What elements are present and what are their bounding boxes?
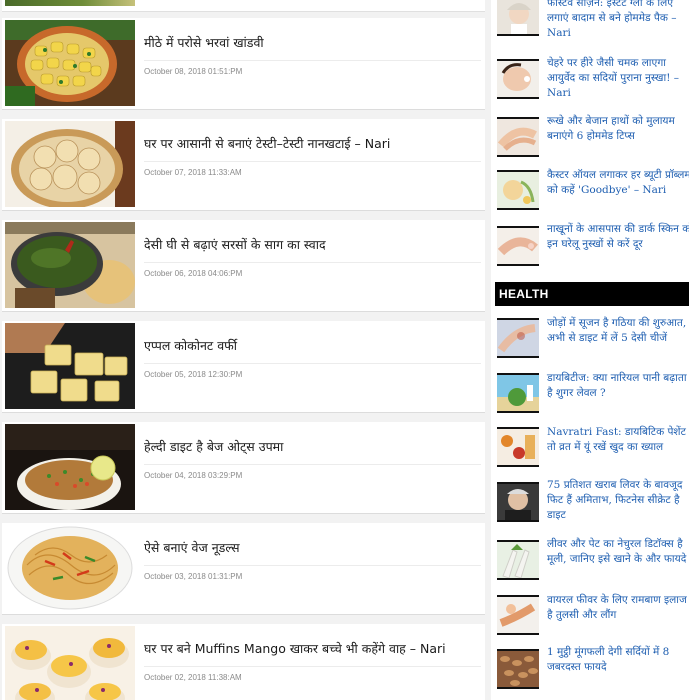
article-title[interactable]: देसी घी से बढ़ाएं सरसों के साग का स्वाद xyxy=(144,236,326,253)
sidebar-item-title[interactable]: 1 मुट्ठी मूंगफली देगी सर्दियों में 8 जबर… xyxy=(547,645,689,675)
article-date: October 02, 2018 11:38:AM xyxy=(144,673,242,682)
divider xyxy=(144,464,481,465)
article-card[interactable]: घर पर बने Muffins Mango खाकर बच्चे भी कह… xyxy=(2,624,485,700)
article-thumbnail-saag[interactable] xyxy=(5,222,135,308)
sidebar-thumbnail[interactable] xyxy=(497,427,539,467)
article-title[interactable]: घर पर आसानी से बनाएं टेस्टी–टेस्टी नानखट… xyxy=(144,135,390,152)
article-date: October 03, 2018 01:31:PM xyxy=(144,572,243,581)
sidebar-thumbnail[interactable] xyxy=(497,482,539,522)
section-heading-label: HEALTH xyxy=(499,287,549,301)
article-thumbnail-khandvi[interactable] xyxy=(5,20,135,106)
sidebar-item-title[interactable]: नाखूनों के आसपास की डार्क स्किन को इन घर… xyxy=(547,222,689,252)
article-card[interactable]: हेल्दी डाइट है बेज ओट्स उपमा October 04,… xyxy=(2,422,485,514)
article-thumbnail-barfi[interactable] xyxy=(5,323,135,409)
article-card-partial[interactable] xyxy=(2,0,485,12)
sidebar-thumbnail[interactable] xyxy=(497,373,539,413)
article-title[interactable]: ऐसे बनाएं वेज नूडल्स xyxy=(144,539,240,556)
article-thumbnail-nankhatai[interactable] xyxy=(5,121,135,207)
divider xyxy=(144,161,481,162)
article-title[interactable]: एप्पल कोकोनट वर्फी xyxy=(144,337,237,354)
sidebar-item-title[interactable]: Navratri Fast: डायबिटिक पेशेंट हैं तो व्… xyxy=(547,425,689,455)
sidebar-item-title[interactable]: डायबिटीज: क्या नारियल पानी बढ़ाता है शुग… xyxy=(547,371,689,401)
sidebar-thumbnail[interactable] xyxy=(497,318,539,358)
section-heading-health[interactable]: HEALTH xyxy=(495,282,689,306)
article-date: October 06, 2018 04:06:PM xyxy=(144,269,243,278)
article-card[interactable]: देसी घी से बढ़ाएं सरसों के साग का स्वाद … xyxy=(2,220,485,312)
sidebar-item-title[interactable]: कैस्टर ऑयल लगाकर हर ब्यूटी प्रॉब्लम को क… xyxy=(547,168,689,198)
sidebar-item-title[interactable]: रूखे और बेजान हाथों को मुलायम बनाएंगे 6 … xyxy=(547,114,689,144)
divider xyxy=(144,60,481,61)
sidebar-item-title[interactable]: वायरल फीवर के लिए रामबाण इलाज है तुलसी औ… xyxy=(547,593,689,623)
article-title[interactable]: घर पर बने Muffins Mango खाकर बच्चे भी कह… xyxy=(144,640,446,657)
divider xyxy=(144,565,481,566)
sidebar-thumbnail[interactable] xyxy=(497,117,539,157)
sidebar-thumbnail[interactable] xyxy=(497,649,539,689)
article-thumbnail-muffins[interactable] xyxy=(5,626,135,700)
sidebar-thumbnail[interactable] xyxy=(497,170,539,210)
sidebar-thumbnail[interactable] xyxy=(497,226,539,266)
divider xyxy=(144,262,481,263)
article-thumbnail-upma[interactable] xyxy=(5,424,135,510)
sidebar-thumbnail[interactable] xyxy=(497,595,539,635)
article-card[interactable]: मीठे में परोसे भरवां खांडवी October 08, … xyxy=(2,18,485,110)
article-card[interactable]: ऐसे बनाएं वेज नूडल्स October 03, 2018 01… xyxy=(2,523,485,615)
article-title[interactable]: हेल्दी डाइट है बेज ओट्स उपमा xyxy=(144,438,283,455)
article-card[interactable]: घर पर आसानी से बनाएं टेस्टी–टेस्टी नानखट… xyxy=(2,119,485,211)
article-thumbnail-noodles[interactable] xyxy=(5,525,135,611)
sidebar: फेस्टिव सीज़न: इंस्टेंट ग्लो के लिए लगाए… xyxy=(487,0,689,700)
divider xyxy=(144,666,481,667)
article-date: October 07, 2018 11:33:AM xyxy=(144,168,242,177)
sidebar-thumbnail[interactable] xyxy=(497,540,539,580)
article-list: मीठे में परोसे भरवां खांडवी October 08, … xyxy=(0,0,487,700)
sidebar-item-title[interactable]: चेहरे पर हीरे जैसी चमक लाएगा आयुर्वेद का… xyxy=(547,56,689,101)
sidebar-item-title[interactable]: लीवर और पेट का नेचुरल डिटॉक्स है मूली, ज… xyxy=(547,537,689,567)
article-thumbnail[interactable] xyxy=(5,0,135,6)
divider xyxy=(144,363,481,364)
article-date: October 08, 2018 01:51:PM xyxy=(144,67,243,76)
sidebar-item-title[interactable]: जोड़ों में सूजन है गठिया की शुरुआत, अभी … xyxy=(547,316,689,346)
sidebar-item-title[interactable]: 75 प्रतिशत खराब लिवर के बावजूद फिट हैं अ… xyxy=(547,478,689,523)
article-date: October 05, 2018 12:30:PM xyxy=(144,370,243,379)
article-date: October 04, 2018 03:29:PM xyxy=(144,471,243,480)
article-title[interactable]: मीठे में परोसे भरवां खांडवी xyxy=(144,34,264,51)
sidebar-thumbnail[interactable] xyxy=(497,0,539,36)
sidebar-thumbnail[interactable] xyxy=(497,59,539,99)
sidebar-item-title[interactable]: फेस्टिव सीज़न: इंस्टेंट ग्लो के लिए लगाए… xyxy=(547,0,689,41)
article-card[interactable]: एप्पल कोकोनट वर्फी October 05, 2018 12:3… xyxy=(2,321,485,413)
